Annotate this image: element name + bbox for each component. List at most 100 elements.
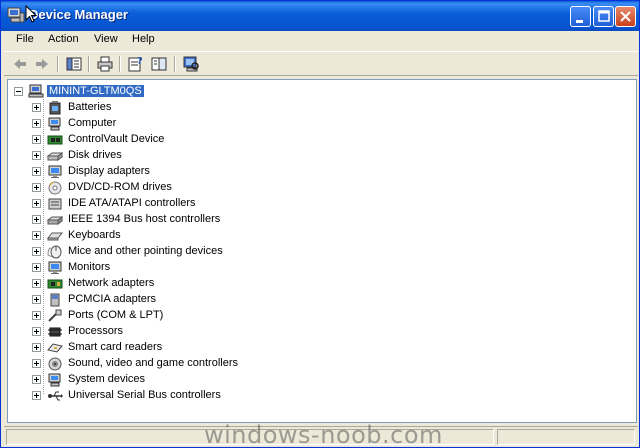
properties-icon[interactable]: ? bbox=[127, 55, 145, 73]
tree-category-label[interactable]: Batteries bbox=[68, 101, 111, 113]
menu-view[interactable]: View bbox=[94, 33, 118, 45]
tree-category-label[interactable]: Ports (COM & LPT) bbox=[68, 309, 163, 321]
tree-category-label[interactable]: Universal Serial Bus controllers bbox=[68, 389, 221, 401]
tree-category-row[interactable]: Keyboards bbox=[8, 228, 308, 244]
tree-category-label[interactable]: Network adapters bbox=[68, 277, 154, 289]
monitor-icon bbox=[48, 261, 62, 274]
tree-category-row[interactable]: Network adapters bbox=[8, 276, 308, 292]
device-manager-app-icon bbox=[7, 7, 25, 23]
tree-category-label[interactable]: Processors bbox=[68, 325, 123, 337]
expand-toggle[interactable] bbox=[32, 135, 41, 144]
tree-category-row[interactable]: Computer bbox=[8, 116, 308, 132]
window-title: Device Manager bbox=[29, 7, 128, 22]
tree-category-label[interactable]: Computer bbox=[68, 117, 116, 129]
menu-help[interactable]: Help bbox=[132, 33, 155, 45]
tree-category-label[interactable]: Monitors bbox=[68, 261, 110, 273]
tree-category-label[interactable]: Mice and other pointing devices bbox=[68, 245, 223, 257]
tree-category-label[interactable]: DVD/CD-ROM drives bbox=[68, 181, 172, 193]
toolbar-separator bbox=[119, 56, 121, 72]
expand-toggle[interactable] bbox=[32, 327, 41, 336]
tree-category-label[interactable]: Sound, video and game controllers bbox=[68, 357, 238, 369]
tree-category-row[interactable]: Mice and other pointing devices bbox=[8, 244, 308, 260]
expand-toggle[interactable] bbox=[32, 279, 41, 288]
disk-drive-icon bbox=[47, 152, 63, 161]
collapse-toggle[interactable] bbox=[14, 87, 23, 96]
tree-category-label[interactable]: IEEE 1394 Bus host controllers bbox=[68, 213, 220, 225]
print-icon[interactable] bbox=[96, 55, 114, 73]
tree-category-label[interactable]: Keyboards bbox=[68, 229, 121, 241]
tree-category-row[interactable]: IDE ATA/ATAPI controllers bbox=[8, 196, 308, 212]
expand-toggle[interactable] bbox=[32, 199, 41, 208]
tree-category-row[interactable]: Display adapters bbox=[8, 164, 308, 180]
tree-category-label[interactable]: Smart card readers bbox=[68, 341, 162, 353]
expand-toggle[interactable] bbox=[32, 295, 41, 304]
minimize-button[interactable] bbox=[570, 6, 591, 27]
monitor-icon bbox=[48, 165, 62, 178]
tree-category-row[interactable]: PCMCIA adapters bbox=[8, 292, 308, 308]
tree-category-row[interactable]: IEEE 1394 Bus host controllers bbox=[8, 212, 308, 228]
tree-category-label[interactable]: ControlVault Device bbox=[68, 133, 164, 145]
scan-hardware-icon[interactable] bbox=[182, 55, 200, 73]
expand-toggle[interactable] bbox=[32, 215, 41, 224]
tree-root[interactable]: MININT-GLTM0QS bbox=[8, 84, 208, 100]
expand-toggle[interactable] bbox=[32, 103, 41, 112]
keyboard-icon bbox=[47, 232, 63, 241]
mouse-icon bbox=[47, 245, 62, 259]
tree-category-row[interactable]: Processors bbox=[8, 324, 308, 340]
cd-icon bbox=[48, 181, 62, 195]
tree-category-row[interactable]: DVD/CD-ROM drives bbox=[8, 180, 308, 196]
ide-controller-icon bbox=[48, 198, 62, 210]
mouse-pointer-icon bbox=[25, 5, 37, 23]
computer-icon bbox=[48, 117, 61, 131]
watermark: windows-noob.com bbox=[204, 421, 443, 448]
status-cell-secondary bbox=[497, 429, 635, 445]
expand-toggle[interactable] bbox=[32, 391, 41, 400]
svg-text:?: ? bbox=[137, 56, 143, 67]
tree-category-label[interactable]: PCMCIA adapters bbox=[68, 293, 156, 305]
tree-category-row[interactable]: Batteries bbox=[8, 100, 308, 116]
device-tree[interactable]: MININT-GLTM0QS Batteries Computer ControlV… bbox=[7, 79, 637, 423]
menu-action[interactable]: Action bbox=[48, 33, 79, 45]
port-icon bbox=[48, 309, 62, 322]
forward-arrow-icon[interactable] bbox=[33, 55, 51, 73]
tree-category-row[interactable]: Disk drives bbox=[8, 148, 308, 164]
expand-toggle[interactable] bbox=[32, 183, 41, 192]
smart-card-icon bbox=[47, 343, 63, 353]
tree-category-row[interactable]: ControlVault Device bbox=[8, 132, 308, 148]
expand-toggle[interactable] bbox=[32, 167, 41, 176]
expand-toggle[interactable] bbox=[32, 247, 41, 256]
tree-category-label[interactable]: Disk drives bbox=[68, 149, 122, 161]
expand-toggle[interactable] bbox=[32, 119, 41, 128]
title-bar[interactable]: Device Manager bbox=[1, 1, 639, 31]
root-computer-name[interactable]: MININT-GLTM0QS bbox=[47, 85, 144, 97]
help-icon[interactable] bbox=[150, 55, 168, 73]
menu-file[interactable]: File bbox=[16, 33, 34, 45]
expand-toggle[interactable] bbox=[32, 343, 41, 352]
battery-icon bbox=[49, 101, 61, 115]
show-hide-tree-icon[interactable] bbox=[65, 55, 83, 73]
menu-bar: File Action View Help bbox=[4, 31, 638, 50]
network-card-icon bbox=[47, 279, 63, 289]
maximize-button[interactable] bbox=[593, 6, 614, 27]
tree-category-label[interactable]: System devices bbox=[68, 373, 145, 385]
toolbar-separator bbox=[174, 56, 176, 72]
expand-toggle[interactable] bbox=[32, 263, 41, 272]
expand-toggle[interactable] bbox=[32, 311, 41, 320]
expand-toggle[interactable] bbox=[32, 359, 41, 368]
tree-category-row[interactable]: Sound, video and game controllers bbox=[8, 356, 308, 372]
tree-category-label[interactable]: Display adapters bbox=[68, 165, 150, 177]
tree-category-label[interactable]: IDE ATA/ATAPI controllers bbox=[68, 197, 196, 209]
expand-toggle[interactable] bbox=[32, 151, 41, 160]
tree-category-row[interactable]: Smart card readers bbox=[8, 340, 308, 356]
pcmcia-icon bbox=[50, 293, 60, 307]
tree-category-row[interactable]: Universal Serial Bus controllers bbox=[8, 388, 308, 404]
usb-icon bbox=[48, 391, 63, 401]
expand-toggle[interactable] bbox=[32, 375, 41, 384]
close-button[interactable] bbox=[615, 6, 636, 27]
back-arrow-icon[interactable] bbox=[11, 55, 29, 73]
tree-category-row[interactable]: Ports (COM & LPT) bbox=[8, 308, 308, 324]
tree-category-row[interactable]: System devices bbox=[8, 372, 308, 388]
tree-category-row[interactable]: Monitors bbox=[8, 260, 308, 276]
minimize-icon bbox=[576, 20, 583, 23]
expand-toggle[interactable] bbox=[32, 231, 41, 240]
